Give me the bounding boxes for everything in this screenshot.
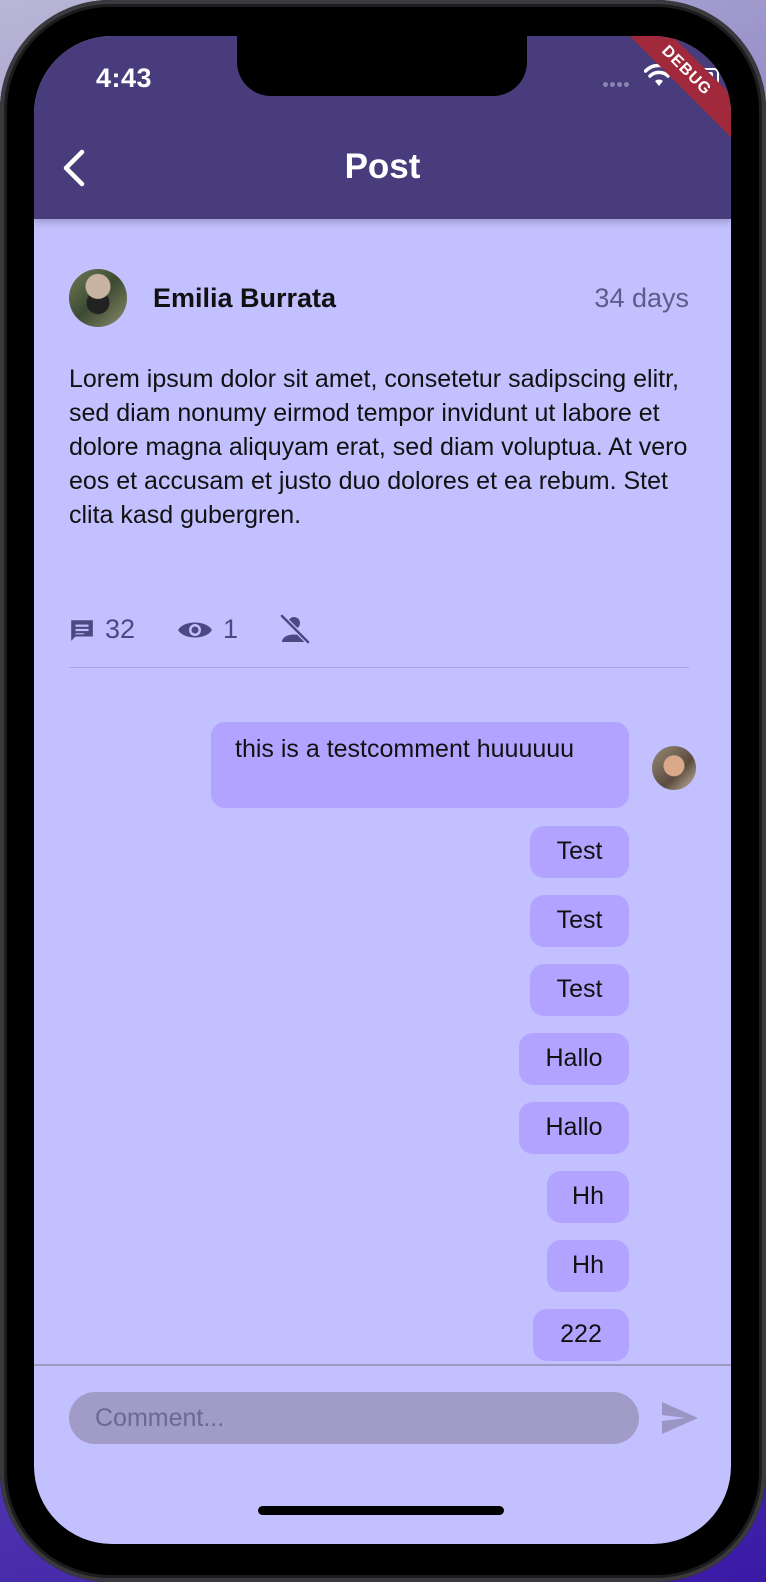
divider xyxy=(69,667,689,668)
comment-item: this is a testcomment huuuuuu xyxy=(34,722,731,808)
subscribe-toggle[interactable] xyxy=(279,614,321,644)
comment-count[interactable]: 32 xyxy=(69,614,135,645)
post-stats: 32 1 xyxy=(69,614,689,654)
comment-count-value: 32 xyxy=(105,614,136,644)
comment-bubble[interactable]: Test xyxy=(530,964,629,1016)
comment-text: Hh xyxy=(572,1251,604,1279)
view-count-value: 1 xyxy=(223,614,239,644)
status-time: 4:43 xyxy=(96,63,153,93)
comment-input[interactable] xyxy=(69,1392,639,1444)
comment-text: 222 xyxy=(560,1320,602,1348)
comment-text: Hallo xyxy=(545,1044,603,1072)
comment-bubble[interactable]: Hallo xyxy=(519,1033,629,1085)
eye-icon xyxy=(178,622,212,637)
device-frame: 4:43 DEBUG Post Emilia Burrata 34 days L… xyxy=(0,0,766,1582)
comment-bubble[interactable]: Test xyxy=(530,826,629,878)
comment-bubble[interactable]: Hh xyxy=(547,1171,629,1223)
app-screen: 4:43 DEBUG Post Emilia Burrata 34 days L… xyxy=(34,36,731,1544)
device-notch xyxy=(237,36,527,96)
author-avatar[interactable] xyxy=(69,269,127,327)
comment-icon xyxy=(71,619,93,641)
comment-text: Test xyxy=(556,837,603,865)
post-header: Emilia Burrata 34 days xyxy=(69,269,689,329)
view-count: 1 xyxy=(177,614,238,645)
signal-icon xyxy=(603,74,631,92)
comment-text: Test xyxy=(556,975,603,1003)
comment-bubble[interactable]: Hh xyxy=(547,1240,629,1292)
app-bar: 4:43 DEBUG Post xyxy=(34,36,731,219)
send-icon xyxy=(662,1402,698,1434)
post-body: Lorem ipsum dolor sit amet, consetetur s… xyxy=(69,365,688,529)
comment-bubble[interactable]: Test xyxy=(530,895,629,947)
person-off-icon xyxy=(280,614,310,644)
comment-text: Test xyxy=(556,906,603,934)
page-title: Post xyxy=(344,147,421,186)
debug-banner: DEBUG xyxy=(615,36,731,142)
author-name[interactable]: Emilia Burrata xyxy=(153,283,336,314)
comment-text: Hallo xyxy=(545,1113,603,1141)
comment-text: this is a testcomment huuuuuu xyxy=(235,735,575,763)
comment-text: Hh xyxy=(572,1182,604,1210)
comment-bubble[interactable]: Hallo xyxy=(519,1102,629,1154)
comment-composer xyxy=(34,1364,731,1544)
comment-bubble[interactable]: this is a testcomment huuuuuu xyxy=(211,722,629,808)
home-indicator[interactable] xyxy=(258,1506,504,1515)
commenter-avatar[interactable] xyxy=(652,746,696,790)
comment-bubble[interactable]: 222 xyxy=(533,1309,629,1361)
post-age: 34 days xyxy=(594,283,689,313)
send-button[interactable] xyxy=(660,1400,700,1441)
